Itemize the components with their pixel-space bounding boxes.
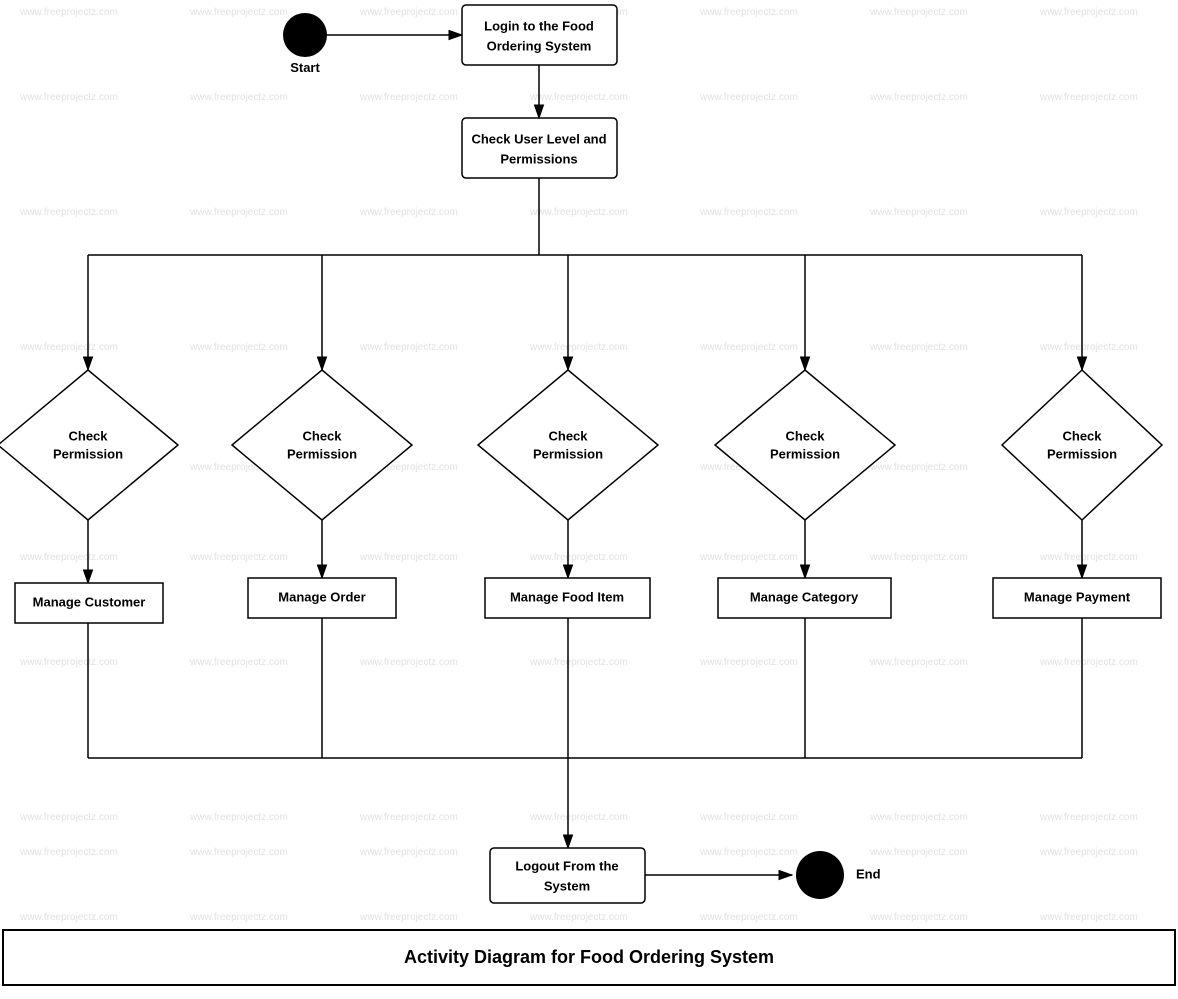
cperm2-text2: Permission — [287, 446, 357, 461]
svg-text:www.freeprojectz.com: www.freeprojectz.com — [189, 912, 288, 923]
manage-food-text: Manage Food Item — [510, 589, 624, 604]
svg-text:www.freeprojectz.com: www.freeprojectz.com — [699, 92, 798, 103]
svg-text:www.freeprojectz.com: www.freeprojectz.com — [1039, 7, 1138, 18]
svg-text:www.freeprojectz.com: www.freeprojectz.com — [529, 207, 628, 218]
check-text-1: Check User Level and — [471, 131, 606, 146]
svg-text:www.freeprojectz.com: www.freeprojectz.com — [359, 7, 458, 18]
svg-text:www.freeprojectz.com: www.freeprojectz.com — [1039, 552, 1138, 563]
svg-text:www.freeprojectz.com: www.freeprojectz.com — [529, 912, 628, 923]
login-text-2: Ordering System — [487, 38, 592, 53]
start-label: Start — [290, 60, 320, 75]
svg-text:www.freeprojectz.com: www.freeprojectz.com — [1039, 92, 1138, 103]
svg-text:www.freeprojectz.com: www.freeprojectz.com — [189, 847, 288, 858]
check-perm-diamond-2 — [232, 370, 412, 520]
login-text-1: Login to the Food — [484, 18, 594, 33]
svg-text:www.freeprojectz.com: www.freeprojectz.com — [189, 552, 288, 563]
diagram-container: www.freeprojectz.com www.freeprojectz.co… — [0, 0, 1178, 994]
svg-text:www.freeprojectz.com: www.freeprojectz.com — [1039, 657, 1138, 668]
manage-customer-text: Manage Customer — [33, 594, 146, 609]
cperm2-text1: Check — [302, 428, 342, 443]
svg-text:www.freeprojectz.com: www.freeprojectz.com — [699, 342, 798, 353]
svg-text:www.freeprojectz.com: www.freeprojectz.com — [699, 552, 798, 563]
svg-text:www.freeprojectz.com: www.freeprojectz.com — [1039, 912, 1138, 923]
manage-payment-text: Manage Payment — [1024, 589, 1131, 604]
svg-text:www.freeprojectz.com: www.freeprojectz.com — [1039, 342, 1138, 353]
svg-text:www.freeprojectz.com: www.freeprojectz.com — [19, 912, 118, 923]
svg-text:www.freeprojectz.com: www.freeprojectz.com — [189, 92, 288, 103]
svg-text:www.freeprojectz.com: www.freeprojectz.com — [359, 912, 458, 923]
cperm1-text2: Permission — [53, 446, 123, 461]
logout-text-2: System — [544, 878, 590, 893]
svg-text:www.freeprojectz.com: www.freeprojectz.com — [359, 812, 458, 823]
svg-text:www.freeprojectz.com: www.freeprojectz.com — [869, 207, 968, 218]
svg-text:www.freeprojectz.com: www.freeprojectz.com — [19, 812, 118, 823]
end-label: End — [856, 866, 881, 881]
svg-text:www.freeprojectz.com: www.freeprojectz.com — [359, 92, 458, 103]
manage-category-text: Manage Category — [750, 589, 859, 604]
svg-text:www.freeprojectz.com: www.freeprojectz.com — [529, 552, 628, 563]
check-text-2: Permissions — [500, 151, 577, 166]
svg-text:www.freeprojectz.com: www.freeprojectz.com — [529, 812, 628, 823]
svg-text:www.freeprojectz.com: www.freeprojectz.com — [699, 847, 798, 858]
svg-text:www.freeprojectz.com: www.freeprojectz.com — [19, 657, 118, 668]
diagram-title: Activity Diagram for Food Ordering Syste… — [404, 947, 774, 967]
svg-text:www.freeprojectz.com: www.freeprojectz.com — [359, 342, 458, 353]
svg-text:www.freeprojectz.com: www.freeprojectz.com — [359, 657, 458, 668]
check-perm-diamond-3 — [478, 370, 658, 520]
svg-text:www.freeprojectz.com: www.freeprojectz.com — [699, 657, 798, 668]
logout-box — [490, 848, 645, 903]
svg-text:www.freeprojectz.com: www.freeprojectz.com — [189, 342, 288, 353]
svg-text:www.freeprojectz.com: www.freeprojectz.com — [19, 552, 118, 563]
start-node — [283, 13, 327, 57]
cperm3-text2: Permission — [533, 446, 603, 461]
login-box — [462, 5, 617, 65]
svg-text:www.freeprojectz.com: www.freeprojectz.com — [19, 342, 118, 353]
check-perm-diamond-4 — [715, 370, 895, 520]
svg-text:www.freeprojectz.com: www.freeprojectz.com — [19, 7, 118, 18]
cperm5-text1: Check — [1062, 428, 1102, 443]
svg-text:www.freeprojectz.com: www.freeprojectz.com — [359, 552, 458, 563]
svg-text:www.freeprojectz.com: www.freeprojectz.com — [19, 207, 118, 218]
svg-text:www.freeprojectz.com: www.freeprojectz.com — [1039, 847, 1138, 858]
svg-text:www.freeprojectz.com: www.freeprojectz.com — [19, 847, 118, 858]
cperm4-text1: Check — [785, 428, 825, 443]
svg-text:www.freeprojectz.com: www.freeprojectz.com — [869, 462, 968, 473]
svg-text:www.freeprojectz.com: www.freeprojectz.com — [699, 7, 798, 18]
cperm3-text1: Check — [548, 428, 588, 443]
svg-text:www.freeprojectz.com: www.freeprojectz.com — [869, 812, 968, 823]
svg-text:www.freeprojectz.com: www.freeprojectz.com — [189, 207, 288, 218]
svg-text:www.freeprojectz.com: www.freeprojectz.com — [359, 847, 458, 858]
svg-text:www.freeprojectz.com: www.freeprojectz.com — [869, 552, 968, 563]
svg-text:www.freeprojectz.com: www.freeprojectz.com — [869, 342, 968, 353]
check-perm-diamond-5 — [1002, 370, 1162, 520]
svg-text:www.freeprojectz.com: www.freeprojectz.com — [529, 342, 628, 353]
svg-text:www.freeprojectz.com: www.freeprojectz.com — [529, 92, 628, 103]
svg-text:www.freeprojectz.com: www.freeprojectz.com — [1039, 207, 1138, 218]
cperm5-text2: Permission — [1047, 446, 1117, 461]
svg-text:www.freeprojectz.com: www.freeprojectz.com — [1039, 812, 1138, 823]
svg-text:www.freeprojectz.com: www.freeprojectz.com — [189, 657, 288, 668]
logout-text-1: Logout From the — [515, 858, 618, 873]
svg-text:www.freeprojectz.com: www.freeprojectz.com — [699, 812, 798, 823]
svg-text:www.freeprojectz.com: www.freeprojectz.com — [19, 92, 118, 103]
cperm1-text1: Check — [68, 428, 108, 443]
check-perm-diamond-1 — [0, 370, 178, 520]
svg-text:www.freeprojectz.com: www.freeprojectz.com — [529, 657, 628, 668]
svg-text:www.freeprojectz.com: www.freeprojectz.com — [359, 207, 458, 218]
svg-text:www.freeprojectz.com: www.freeprojectz.com — [699, 912, 798, 923]
svg-text:www.freeprojectz.com: www.freeprojectz.com — [869, 847, 968, 858]
svg-text:www.freeprojectz.com: www.freeprojectz.com — [189, 812, 288, 823]
svg-text:www.freeprojectz.com: www.freeprojectz.com — [699, 207, 798, 218]
svg-text:www.freeprojectz.com: www.freeprojectz.com — [869, 7, 968, 18]
cperm4-text2: Permission — [770, 446, 840, 461]
end-node-inner — [800, 855, 840, 895]
manage-order-text: Manage Order — [278, 589, 365, 604]
svg-text:www.freeprojectz.com: www.freeprojectz.com — [189, 7, 288, 18]
svg-text:www.freeprojectz.com: www.freeprojectz.com — [869, 912, 968, 923]
check-permissions-box — [462, 118, 617, 178]
svg-text:www.freeprojectz.com: www.freeprojectz.com — [869, 657, 968, 668]
svg-text:www.freeprojectz.com: www.freeprojectz.com — [869, 92, 968, 103]
